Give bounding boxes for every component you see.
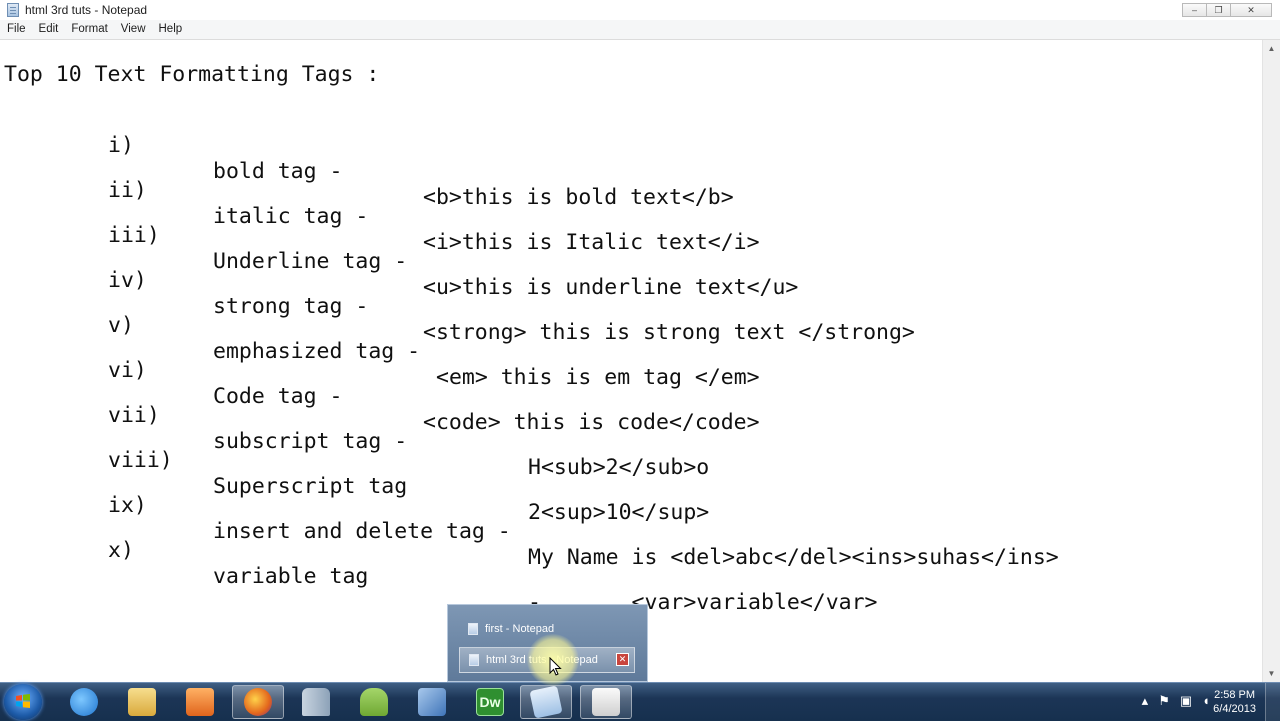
tag-name: italic tag - bbox=[213, 204, 369, 229]
maximize-button[interactable]: ❐ bbox=[1206, 3, 1231, 17]
list-number: ii) bbox=[108, 178, 147, 203]
tag-example: <strong> this is strong text </strong> bbox=[423, 320, 915, 345]
show-desktop-button[interactable] bbox=[1265, 683, 1280, 721]
network-icon[interactable]: ▣ bbox=[1180, 693, 1192, 709]
close-button[interactable]: ✕ bbox=[1230, 3, 1272, 17]
menu-format[interactable]: Format bbox=[65, 20, 113, 39]
popup-close-icon[interactable]: ✕ bbox=[616, 653, 629, 666]
notepad-group-icon bbox=[592, 688, 620, 716]
popup-item-label: first - Notepad bbox=[485, 623, 555, 635]
taskbar-notepad-group-button[interactable] bbox=[580, 685, 632, 719]
menu-view[interactable]: View bbox=[115, 20, 152, 39]
taskbar-android-button[interactable] bbox=[348, 685, 400, 719]
list-number: iv) bbox=[108, 268, 147, 293]
clock-date: 6/4/2013 bbox=[1213, 703, 1256, 715]
list-number: iii) bbox=[108, 223, 160, 248]
maximize-icon: ❐ bbox=[1214, 4, 1223, 15]
list-number: viii) bbox=[108, 448, 173, 473]
dreamweaver-label: Dw bbox=[479, 694, 501, 710]
tag-name: strong tag - bbox=[213, 294, 369, 319]
window-title: html 3rd tuts - Notepad bbox=[25, 3, 148, 17]
notepad-icon bbox=[468, 623, 478, 635]
media-player-icon bbox=[186, 688, 214, 716]
menu-file[interactable]: File bbox=[1, 20, 32, 39]
taskbar-firefox-button[interactable] bbox=[232, 685, 284, 719]
taskbar-virtualbox-button[interactable] bbox=[406, 685, 458, 719]
taskbar-ie-button[interactable] bbox=[58, 685, 110, 719]
popup-item-first-notepad[interactable]: first - Notepad bbox=[459, 616, 635, 642]
tag-example: <code> this is code</code> bbox=[423, 410, 760, 435]
android-emulator-icon bbox=[360, 688, 388, 716]
list-number: ix) bbox=[108, 493, 147, 518]
tag-example: My Name is <del>abc</del><ins>suhas</ins… bbox=[528, 545, 1059, 570]
tag-name: bold tag - bbox=[213, 159, 343, 184]
notepad-icon bbox=[469, 654, 479, 666]
menu-bar: File Edit Format View Help bbox=[0, 20, 1280, 40]
firefox-icon bbox=[244, 688, 272, 716]
popup-item-html-notepad[interactable]: html 3rd tuts - Notepad ✕ bbox=[459, 647, 635, 673]
heading-line: Top 10 Text Formatting Tags : bbox=[4, 62, 380, 87]
action-center-flag-icon[interactable]: ⚑ bbox=[1158, 693, 1170, 709]
list-number: vi) bbox=[108, 358, 147, 383]
scroll-up-icon[interactable]: ▲ bbox=[1263, 40, 1280, 57]
tag-example: H<sub>2</sub>o bbox=[528, 455, 710, 480]
tag-example: <em> this is em tag </em> bbox=[436, 365, 760, 390]
file-explorer-icon bbox=[128, 688, 156, 716]
tag-name: variable tag bbox=[213, 564, 369, 589]
windows-logo-icon bbox=[16, 694, 30, 708]
tag-example: 2<sup>10</sup> bbox=[528, 500, 710, 525]
list-number: v) bbox=[108, 313, 134, 338]
list-number: x) bbox=[108, 538, 134, 563]
show-hidden-icons-icon[interactable]: ▴ bbox=[1142, 693, 1149, 709]
minimize-button[interactable]: – bbox=[1182, 3, 1207, 17]
taskbar-dreamweaver-button[interactable]: Dw bbox=[464, 685, 516, 719]
scroll-down-icon[interactable]: ▼ bbox=[1263, 665, 1280, 682]
tag-name: Superscript tag bbox=[213, 474, 408, 499]
taskbar-explorer-button[interactable] bbox=[116, 685, 168, 719]
taskbar-window-list-popup: first - Notepad html 3rd tuts - Notepad … bbox=[447, 604, 648, 682]
virtualbox-icon bbox=[418, 688, 446, 716]
tag-example: <i>this is Italic text</i> bbox=[423, 230, 760, 255]
tag-name: Code tag - bbox=[213, 384, 343, 409]
taskbar-clock[interactable]: 2:58 PM 6/4/2013 bbox=[1213, 688, 1256, 716]
vertical-scrollbar[interactable]: ▲ ▼ bbox=[1262, 40, 1280, 682]
notepad-app-icon[interactable] bbox=[7, 3, 19, 17]
title-bar: html 3rd tuts - Notepad – ❐ ✕ bbox=[0, 0, 1280, 20]
popup-item-label: html 3rd tuts - Notepad bbox=[486, 654, 598, 666]
menu-edit[interactable]: Edit bbox=[33, 20, 65, 39]
minimize-icon: – bbox=[1191, 5, 1197, 15]
tag-example: <u>this is underline text</u> bbox=[423, 275, 799, 300]
internet-explorer-icon bbox=[70, 688, 98, 716]
menu-help[interactable]: Help bbox=[153, 20, 189, 39]
start-button[interactable] bbox=[4, 684, 42, 720]
close-icon: ✕ bbox=[1247, 4, 1255, 15]
list-number: i) bbox=[108, 133, 134, 158]
tag-example: <b>this is bold text</b> bbox=[423, 185, 734, 210]
tag-name: emphasized tag - bbox=[213, 339, 421, 364]
taskbar-installer-button[interactable] bbox=[290, 685, 342, 719]
text-editor[interactable]: Top 10 Text Formatting Tags : i) bold ta… bbox=[0, 40, 1263, 682]
tag-name: subscript tag - bbox=[213, 429, 408, 454]
notepad-icon bbox=[529, 685, 563, 719]
clock-time: 2:58 PM bbox=[1214, 689, 1256, 701]
tag-name: insert and delete tag - bbox=[213, 519, 511, 544]
database-installer-icon bbox=[302, 688, 330, 716]
system-tray: ▴ ⚑ ▣ ◖ bbox=[1142, 693, 1210, 709]
volume-icon[interactable]: ◖ bbox=[1202, 693, 1210, 709]
dreamweaver-icon: Dw bbox=[476, 688, 504, 716]
taskbar-media-button[interactable] bbox=[174, 685, 226, 719]
window-controls: – ❐ ✕ bbox=[1182, 3, 1272, 18]
tag-name: Underline tag - bbox=[213, 249, 408, 274]
text-line: x) variable tag - <var>variable</var> bbox=[0, 512, 878, 642]
list-number: vii) bbox=[108, 403, 160, 428]
taskbar-notepad-button[interactable] bbox=[520, 685, 572, 719]
mouse-cursor-icon bbox=[549, 657, 562, 676]
taskbar: Dw ▴ ⚑ ▣ ◖ 2:58 PM 6/4/2013 bbox=[0, 682, 1280, 721]
